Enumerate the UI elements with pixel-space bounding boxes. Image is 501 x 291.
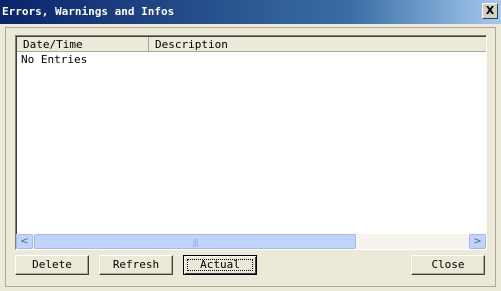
scrollbar-thumb[interactable]: ||| — [34, 234, 356, 249]
refresh-button[interactable]: Refresh — [99, 255, 173, 275]
column-header-description[interactable]: Description — [149, 37, 486, 52]
title-bar[interactable]: Errors, Warnings and Infos X — [0, 0, 501, 24]
actual-button[interactable]: Actual — [183, 255, 257, 275]
grip-icon: ||| — [192, 238, 198, 247]
column-header-date-time[interactable]: Date/Time — [17, 37, 149, 52]
scroll-right-icon[interactable]: > — [469, 234, 486, 249]
horizontal-scrollbar[interactable]: < ||| > — [16, 234, 486, 249]
actual-button-label: Actual — [200, 258, 240, 271]
empty-list-text: No Entries — [21, 53, 88, 66]
window-title: Errors, Warnings and Infos — [2, 5, 175, 18]
close-window-icon[interactable]: X — [482, 3, 498, 19]
close-button[interactable]: Close — [411, 255, 485, 275]
scroll-left-icon[interactable]: < — [16, 234, 33, 249]
delete-button[interactable]: Delete — [15, 255, 89, 275]
log-list[interactable]: Date/Time Description No Entries — [15, 35, 487, 250]
